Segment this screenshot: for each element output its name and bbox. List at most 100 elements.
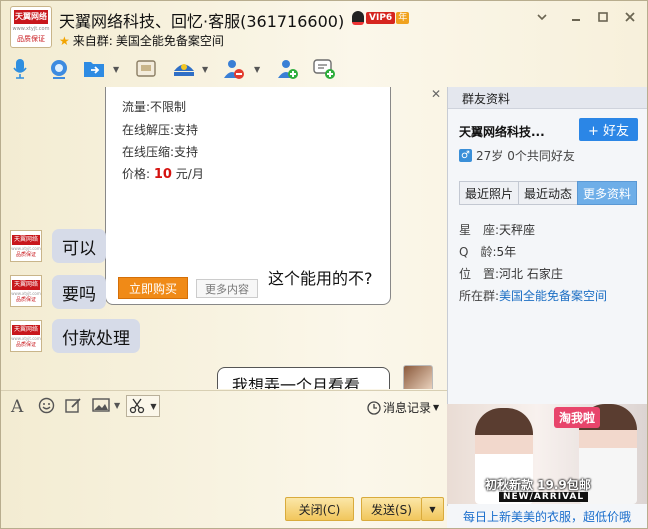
image-icon[interactable] [92, 397, 110, 417]
field-value: 5年 [496, 245, 517, 259]
profile-mutual[interactable]: 0个共同好友 [507, 147, 575, 164]
window-title: 天翼网络科技、回忆·客服(361716600) [59, 12, 345, 31]
ad-arrival: NEW/ARRIVAL [499, 492, 589, 502]
group-avatar[interactable]: 天翼网络 www.xtyjt.com 品质保证 [10, 6, 52, 48]
logo-text: 天翼网络 [12, 234, 40, 245]
message-bubble: 要吗 [52, 275, 106, 309]
sender-avatar[interactable]: 天翼网络 www.xtyjt.com 品质保证 [10, 320, 42, 352]
buy-now-button[interactable]: 立即购买 [118, 277, 188, 299]
more-content-button[interactable]: 更多内容 [196, 279, 258, 298]
field-label: 所在群: [459, 289, 500, 303]
profile-field-group: 所在群:美国全能免备案空间 [459, 287, 607, 304]
chevron-down-icon[interactable] [531, 8, 553, 26]
profile-age-row: ♂ 27岁 0个共同好友 [459, 147, 575, 164]
close-icon[interactable] [619, 8, 641, 26]
card-question: 这个能用的不? [264, 265, 377, 289]
add-chat-icon[interactable] [311, 56, 337, 82]
message-history-button[interactable]: 消息记录 ▼ [367, 399, 439, 416]
sender-avatar[interactable]: 天翼网络 www.xtyjt.com 品质保证 [10, 275, 42, 307]
remote-screen-icon[interactable] [133, 56, 159, 82]
font-icon[interactable]: A [11, 397, 23, 417]
logo-badge: 品质保证 [17, 35, 45, 43]
ad-promo: 初秋新款 19.9包邮 [485, 478, 591, 492]
microphone-icon[interactable] [7, 56, 33, 82]
vip-badge[interactable]: VIP6 年 [352, 11, 410, 25]
ad-banner[interactable]: 淘我啦 初秋新款 19.9包邮 NEW/ARRIVAL [447, 404, 647, 504]
send-options-button[interactable]: ▼ [421, 497, 444, 521]
logo-text: 天翼网络 [14, 10, 48, 24]
vip-year: 年 [396, 12, 410, 24]
scissors-icon[interactable]: ▼ [126, 395, 160, 417]
price-value: 10 [153, 167, 172, 182]
product-card: 流量:不限制 在线解压:支持 在线压缩:支持 价格: 10 元/月 立即购买 更… [105, 87, 391, 305]
tab-more-info[interactable]: 更多资料 [577, 181, 638, 205]
logo-badge: 品质保证 [15, 341, 36, 348]
close-button[interactable]: 关闭(C) [285, 497, 354, 521]
clock-icon [367, 400, 381, 415]
card-price-row: 价格: 10 元/月 [122, 165, 204, 182]
add-contact-icon[interactable] [275, 56, 301, 82]
field-label: Q 龄: [459, 245, 497, 259]
my-avatar[interactable] [403, 365, 433, 389]
chat-window: 天翼网络 www.xtyjt.com 品质保证 天翼网络科技、回忆·客服(361… [0, 0, 648, 529]
vip-level: VIP6 [366, 12, 396, 24]
male-icon: ♂ [459, 149, 472, 162]
card-row: 在线压缩:支持 [122, 145, 199, 159]
profile-header: 群友资料 [448, 87, 647, 109]
from-group-prefix: 来自群: [72, 34, 113, 48]
profile-tabs: 最近照片 最近动态 更多资料 [459, 181, 638, 205]
card-row: 流量:不限制 [122, 100, 187, 114]
logo-badge: 品质保证 [15, 296, 36, 303]
message-input[interactable] [1, 420, 447, 495]
maximize-icon[interactable] [592, 8, 614, 26]
chat-history[interactable]: 流量:不限制 在线解压:支持 在线压缩:支持 价格: 10 元/月 立即购买 更… [1, 87, 447, 389]
profile-field-qage: Q 龄:5年 [459, 243, 516, 260]
chevron-down-icon[interactable]: ▼ [113, 65, 119, 74]
chevron-down-icon[interactable]: ▼ [114, 401, 120, 410]
close-icon[interactable]: ✕ [431, 87, 441, 101]
group-link[interactable]: 美国全能免备案空间 [499, 289, 607, 303]
profile-field-zodiac: 星 座:天秤座 [459, 221, 535, 238]
price-label: 价格: [122, 167, 151, 181]
input-toolbar: A ▼ ▼ 消息记录 ▼ [1, 390, 447, 420]
tab-recent-photos[interactable]: 最近照片 [459, 181, 520, 205]
my-message-bubble: 我想弄一个月看看 [217, 367, 390, 389]
message-bubble: 付款处理 [52, 319, 140, 353]
ad-caption-link[interactable]: 每日上新美美的衣服，超低价哦 [447, 506, 647, 528]
edit-icon[interactable] [65, 397, 82, 418]
chevron-down-icon[interactable]: ▼ [433, 403, 439, 412]
penguin-icon [352, 11, 364, 25]
star-icon: ★ [59, 33, 70, 48]
emoji-icon[interactable] [38, 397, 55, 418]
ad-badge: 淘我啦 [554, 407, 601, 428]
field-value: 河北 石家庄 [499, 267, 563, 281]
chevron-down-icon[interactable]: ▼ [202, 65, 208, 74]
logo-text: 天翼网络 [12, 324, 40, 335]
minimize-icon[interactable] [565, 8, 587, 26]
profile-name[interactable]: 天翼网络科技... [459, 123, 545, 140]
field-label: 星 座: [459, 223, 500, 237]
sender-avatar[interactable]: 天翼网络 www.xtyjt.com 品质保证 [10, 230, 42, 262]
tab-recent-updates[interactable]: 最近动态 [518, 181, 579, 205]
profile-field-location: 位 置:河北 石家庄 [459, 265, 563, 282]
card-row: 在线解压:支持 [122, 123, 199, 137]
video-icon[interactable] [46, 56, 72, 82]
field-label: 位 置: [459, 267, 500, 281]
logo-url: www.xtyjt.com [12, 26, 50, 32]
add-friend-button[interactable]: + 好友 [579, 118, 638, 141]
send-button[interactable]: 发送(S) [361, 497, 421, 521]
message-history-label: 消息记录 [383, 401, 432, 415]
app-icon[interactable] [171, 56, 197, 82]
from-group: ★ 来自群: 美国全能免备案空间 [59, 32, 224, 49]
chevron-down-icon[interactable]: ▼ [254, 65, 260, 74]
chevron-down-icon[interactable]: ▼ [150, 402, 156, 411]
profile-age: 27岁 [476, 149, 504, 163]
field-value: 天秤座 [499, 223, 536, 237]
logo-text: 天翼网络 [12, 279, 40, 290]
price-unit: 元/月 [175, 167, 204, 181]
logo-badge: 品质保证 [15, 251, 36, 258]
message-bubble: 可以 [52, 229, 106, 263]
block-user-icon[interactable] [221, 56, 247, 82]
send-file-icon[interactable] [81, 56, 107, 82]
from-group-name[interactable]: 美国全能免备案空间 [116, 32, 224, 49]
